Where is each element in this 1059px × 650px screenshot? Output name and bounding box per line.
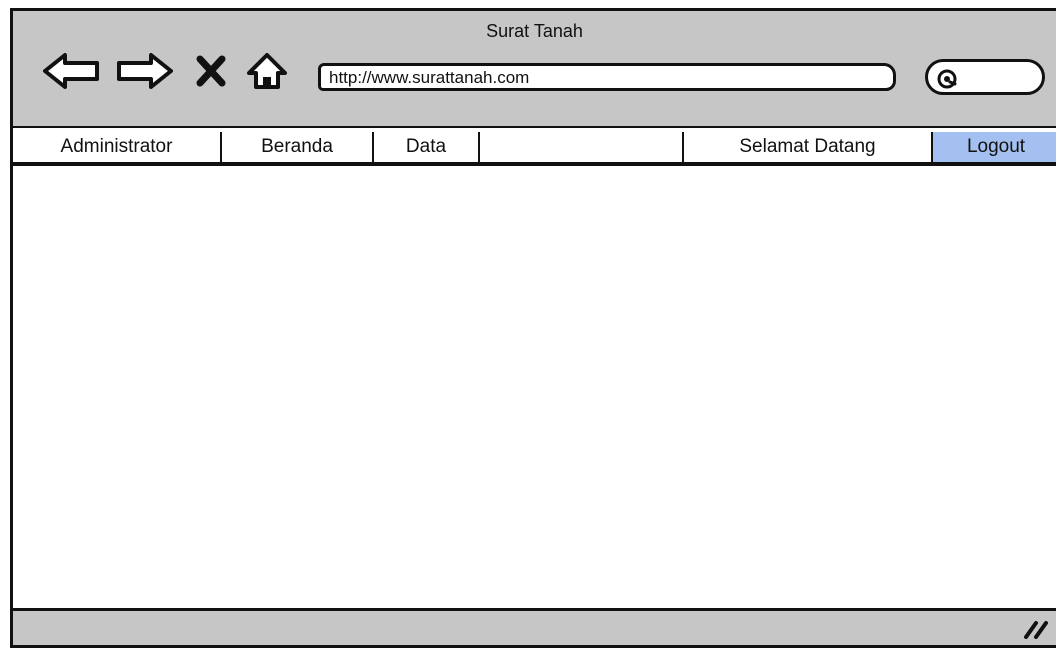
search-input[interactable] bbox=[925, 59, 1045, 95]
page-content bbox=[13, 166, 1056, 611]
resize-grip-icon[interactable] bbox=[1020, 619, 1050, 639]
browser-window: Surat Tanah http://www.surattanah.com Ad… bbox=[10, 8, 1056, 648]
window-title: Surat Tanah bbox=[486, 21, 583, 41]
close-icon[interactable] bbox=[193, 51, 229, 91]
forward-arrow-icon[interactable] bbox=[113, 51, 175, 91]
menu-item-beranda[interactable]: Beranda bbox=[222, 132, 374, 162]
home-icon[interactable] bbox=[245, 51, 289, 91]
menu-bar: Administrator Beranda Data Selamat Datan… bbox=[13, 132, 1056, 166]
menu-item-selamat-datang: Selamat Datang bbox=[684, 132, 933, 162]
browser-toolbar: Surat Tanah http://www.surattanah.com bbox=[13, 11, 1056, 128]
logout-button[interactable]: Logout bbox=[933, 132, 1056, 162]
address-bar-url: http://www.surattanah.com bbox=[329, 68, 530, 87]
back-arrow-icon[interactable] bbox=[41, 51, 103, 91]
menu-item-administrator[interactable]: Administrator bbox=[13, 132, 222, 162]
search-icon bbox=[937, 69, 957, 89]
menu-item-data[interactable]: Data bbox=[374, 132, 480, 162]
address-bar[interactable]: http://www.surattanah.com bbox=[318, 63, 896, 91]
status-bar bbox=[13, 608, 1056, 645]
menu-item-empty bbox=[480, 132, 684, 162]
